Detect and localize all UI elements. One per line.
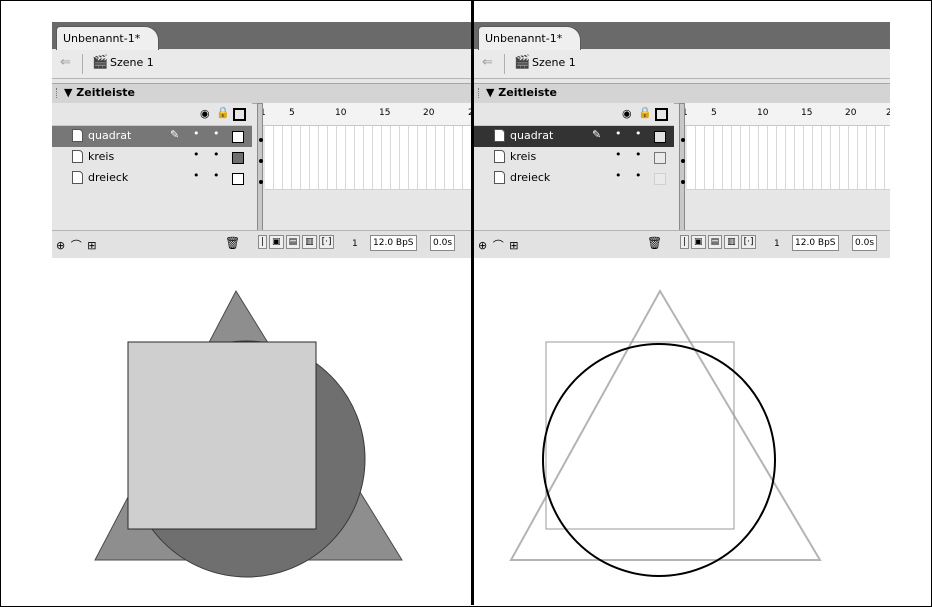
triangle-outline[interactable]	[509, 288, 822, 561]
square-shape[interactable]	[127, 341, 317, 530]
stage-left[interactable]	[0, 0, 470, 607]
square-outline[interactable]	[545, 341, 735, 530]
circle-outline[interactable]	[542, 343, 776, 577]
stage-right[interactable]	[474, 0, 930, 607]
